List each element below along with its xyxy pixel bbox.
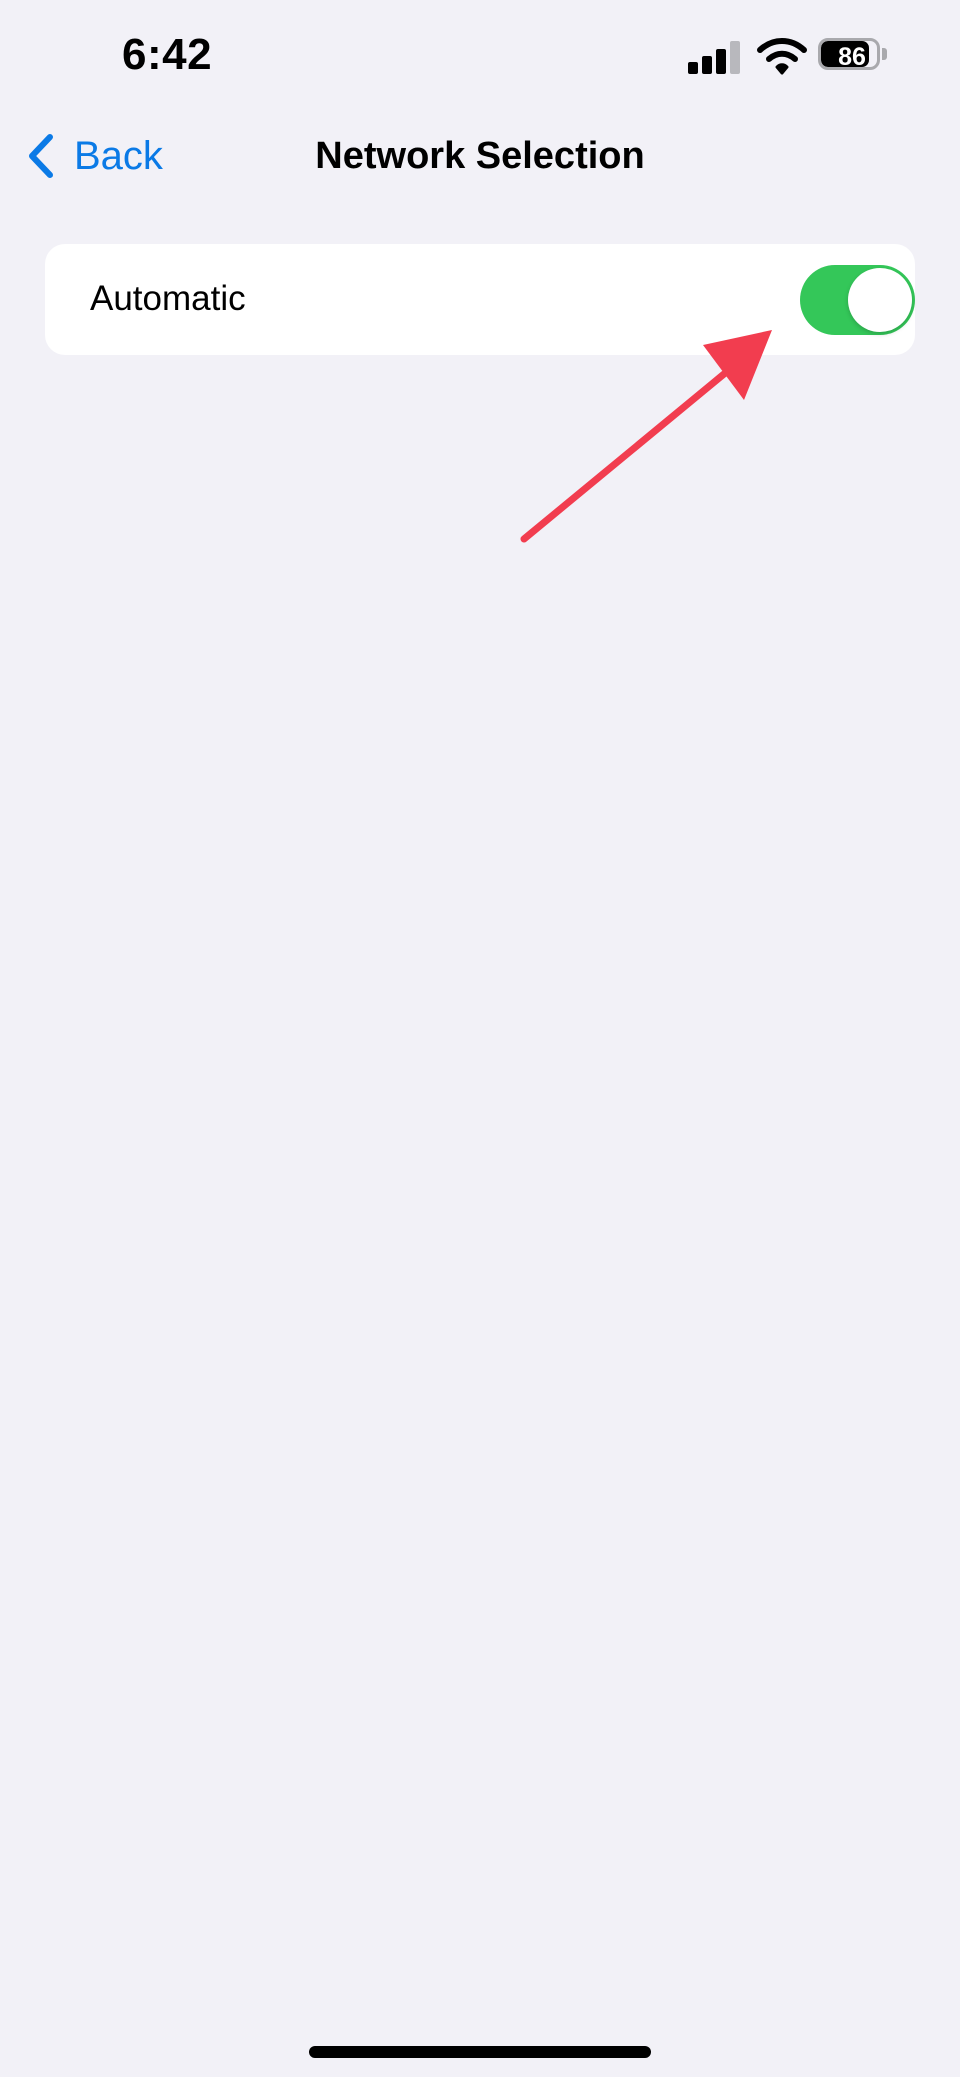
battery-body: 86 [818,38,880,70]
automatic-label: Automatic [90,279,246,318]
battery-icon: 86 [818,38,894,74]
cellular-signal-icon [688,41,740,74]
wifi-icon [757,38,807,75]
status-bar: 6:42 86 [0,0,960,110]
network-selection-card: Automatic [45,244,915,355]
toggle-knob [848,268,912,332]
status-icons: 86 [688,36,898,78]
battery-tip [882,48,887,60]
home-indicator[interactable] [309,2046,651,2058]
status-time: 6:42 [122,30,213,79]
navigation-bar: Back Network Selection [0,110,960,200]
battery-level-text: 86 [838,43,866,70]
automatic-toggle[interactable] [800,265,915,335]
page-title: Network Selection [315,135,645,177]
